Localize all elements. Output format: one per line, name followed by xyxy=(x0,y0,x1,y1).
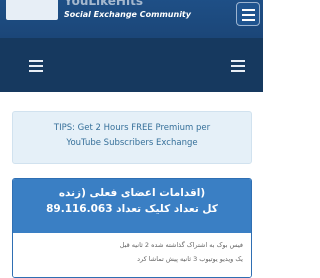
activity-item: فیس بوک به اشتراک گذاشته شده 2 ثانیه قبل xyxy=(119,241,243,249)
navigation-bar xyxy=(0,38,263,92)
tips-banner: TIPS: Get 2 Hours FREE Premium per YouTu… xyxy=(12,111,252,164)
brand-name: YouLikeHits xyxy=(64,0,143,8)
hamburger-icon xyxy=(242,9,255,11)
stats-total-clicks: کل تعداد کلیک تعداد 89.116.063 xyxy=(46,203,218,215)
stats-title: (اقدامات اعضای فعلی (زنده xyxy=(58,187,206,199)
tips-line-1: TIPS: Get 2 Hours FREE Premium per xyxy=(53,123,211,133)
top-menu-toggle-button[interactable] xyxy=(236,2,260,26)
stats-panel-header: (اقدامات اعضای فعلی (زنده کل تعداد کلیک … xyxy=(13,179,251,233)
stats-activity-list: فیس بوک به اشتراک گذاشته شده 2 ثانیه قبل… xyxy=(13,233,251,277)
nav-menu-left-hamburger-icon[interactable] xyxy=(29,60,43,72)
live-stats-panel: (اقدامات اعضای فعلی (زنده کل تعداد کلیک … xyxy=(12,178,252,278)
activity-item: یک ویدیو یوتیوب 3 ثانیه پیش تماشا کرد xyxy=(137,255,243,263)
nav-menu-right-hamburger-icon[interactable] xyxy=(231,60,245,72)
brand[interactable]: YouLikeHits Social Exchange Community xyxy=(64,0,224,24)
site-logo[interactable] xyxy=(6,0,58,20)
tips-line-2: YouTube Subscribers Exchange xyxy=(66,138,198,148)
site-header: YouLikeHits Social Exchange Community xyxy=(0,0,263,38)
brand-tagline: Social Exchange Community xyxy=(64,10,191,19)
